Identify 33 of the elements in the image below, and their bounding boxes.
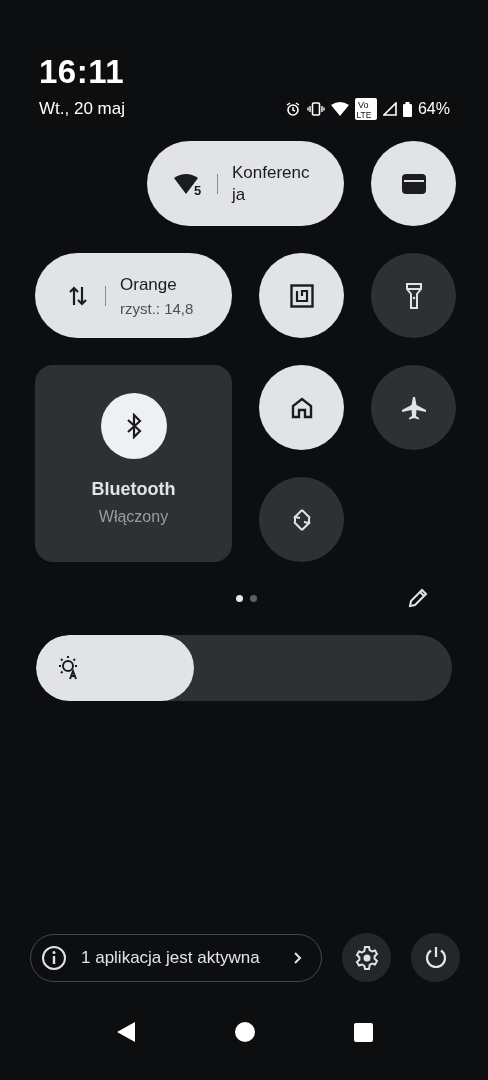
tile-label: Konferencja <box>232 161 310 206</box>
wide-tile[interactable]: Orange rzyst.: 14,8 <box>35 253 232 338</box>
wide-tile[interactable]: 5 Konferencja <box>147 141 344 226</box>
chevron-icon <box>293 950 303 965</box>
flashlight-icon <box>405 282 422 309</box>
bluetooth-icon <box>125 413 142 439</box>
power-button[interactable] <box>411 933 460 982</box>
home-nav-icon[interactable] <box>233 1021 256 1043</box>
clock: 16:11 <box>39 54 126 90</box>
recents-icon[interactable] <box>353 1022 373 1042</box>
tile-label: Bluetooth <box>91 479 176 500</box>
tile-label: Orange <box>120 274 178 296</box>
battery-percent: 64% <box>417 100 450 118</box>
nfc-icon <box>289 283 314 308</box>
wallet-icon <box>401 173 426 194</box>
info-icon <box>41 944 67 971</box>
tile-status: Włączony <box>98 508 169 526</box>
tile-status: rzyst.: 14,8 <box>120 300 194 317</box>
settings-button[interactable] <box>342 933 391 982</box>
cell-signal-icon <box>382 102 397 116</box>
settings-icon <box>353 944 380 971</box>
large-tile[interactable]: Bluetooth Włączony <box>35 365 232 562</box>
alarm-icon <box>284 101 301 117</box>
vibrate-icon <box>306 101 325 117</box>
home-icon <box>290 396 313 419</box>
wifi-signal-icon <box>330 102 349 116</box>
airplane-icon <box>400 395 427 420</box>
back-icon[interactable] <box>115 1021 136 1043</box>
data-arrows-icon <box>68 284 88 307</box>
date: Wt., 20 maj <box>39 99 125 119</box>
battery-icon <box>402 101 412 117</box>
volte-icon: Vo LTE <box>354 98 377 120</box>
edit-icon[interactable] <box>408 588 428 608</box>
